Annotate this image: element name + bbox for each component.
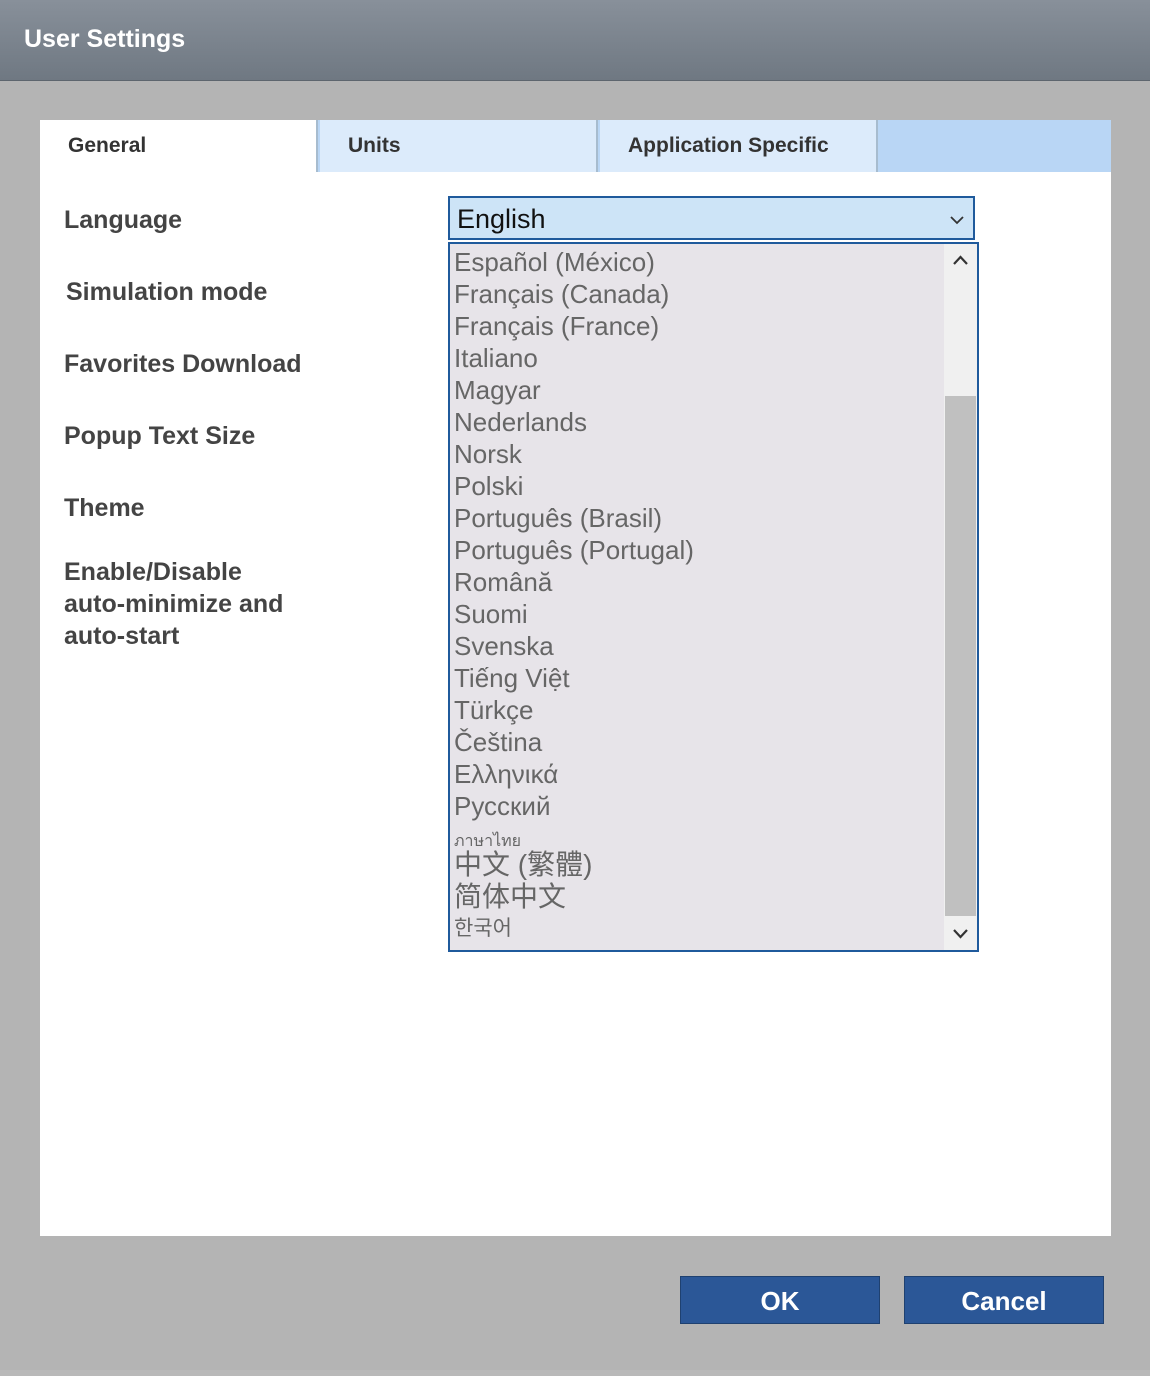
cancel-button[interactable]: Cancel xyxy=(904,1276,1104,1324)
chevron-up-icon[interactable] xyxy=(944,246,977,276)
language-option[interactable]: Ελληνικά xyxy=(454,758,944,790)
language-option[interactable]: Magyar xyxy=(454,374,944,406)
language-option[interactable]: 简体中文 xyxy=(454,881,944,913)
language-option[interactable]: Română xyxy=(454,566,944,598)
tab-units[interactable]: Units xyxy=(320,120,598,172)
title-bar[interactable]: User Settings xyxy=(0,0,1150,81)
language-select-value: English xyxy=(457,204,546,234)
language-dropdown-list[interactable]: Español (México) Français (Canada) Franç… xyxy=(448,242,979,952)
theme-label: Theme xyxy=(64,494,145,522)
dialog-title: User Settings xyxy=(24,25,186,53)
auto-minimize-label-line3: auto-start xyxy=(64,622,180,650)
auto-minimize-label: Enable/Disable auto-minimize and auto-st… xyxy=(64,556,283,652)
language-option[interactable]: ภาษาไทย xyxy=(454,822,944,849)
background-window-edge xyxy=(1150,0,1154,1376)
chevron-down-icon xyxy=(950,216,964,225)
language-option[interactable]: Norsk xyxy=(454,438,944,470)
auto-minimize-label-line2: auto-minimize and xyxy=(64,590,284,618)
popup-text-size-label: Popup Text Size xyxy=(64,422,256,450)
language-option[interactable]: Polski xyxy=(454,470,944,502)
language-option[interactable]: Português (Portugal) xyxy=(454,534,944,566)
language-option[interactable]: Español (México) xyxy=(454,246,944,278)
user-settings-dialog: User Settings General Units Application … xyxy=(0,0,1150,1370)
language-option[interactable]: Français (Canada) xyxy=(454,278,944,310)
settings-panel: General Units Application Specific Langu… xyxy=(40,120,1111,1236)
language-option[interactable]: 中文 (繁體) xyxy=(454,849,944,881)
dropdown-scrollbar[interactable] xyxy=(944,244,977,950)
language-option[interactable]: 한국어 xyxy=(454,913,944,945)
language-option[interactable]: Русский xyxy=(454,790,944,822)
language-option[interactable]: Svenska xyxy=(454,630,944,662)
language-option[interactable]: Tiếng Việt xyxy=(454,662,944,694)
auto-minimize-label-line1: Enable/Disable xyxy=(64,558,242,586)
ok-button[interactable]: OK xyxy=(680,1276,880,1324)
tab-general[interactable]: General xyxy=(40,120,318,172)
language-option[interactable]: Nederlands xyxy=(454,406,944,438)
language-option[interactable]: Čeština xyxy=(454,726,944,758)
simulation-mode-label: Simulation mode xyxy=(66,278,268,306)
language-option[interactable]: Français (France) xyxy=(454,310,944,342)
scrollbar-thumb[interactable] xyxy=(945,396,976,916)
language-options: Español (México) Français (Canada) Franç… xyxy=(454,246,944,945)
favorites-download-label: Favorites Download xyxy=(64,350,302,378)
chevron-down-icon[interactable] xyxy=(944,918,977,948)
tab-strip: General Units Application Specific xyxy=(40,120,1111,172)
language-option[interactable]: Türkçe xyxy=(454,694,944,726)
language-option[interactable]: Suomi xyxy=(454,598,944,630)
language-select[interactable]: English xyxy=(448,196,975,240)
language-label: Language xyxy=(64,206,183,234)
language-option[interactable]: Italiano xyxy=(454,342,944,374)
language-option[interactable]: Português (Brasil) xyxy=(454,502,944,534)
tab-application-specific[interactable]: Application Specific xyxy=(600,120,878,172)
